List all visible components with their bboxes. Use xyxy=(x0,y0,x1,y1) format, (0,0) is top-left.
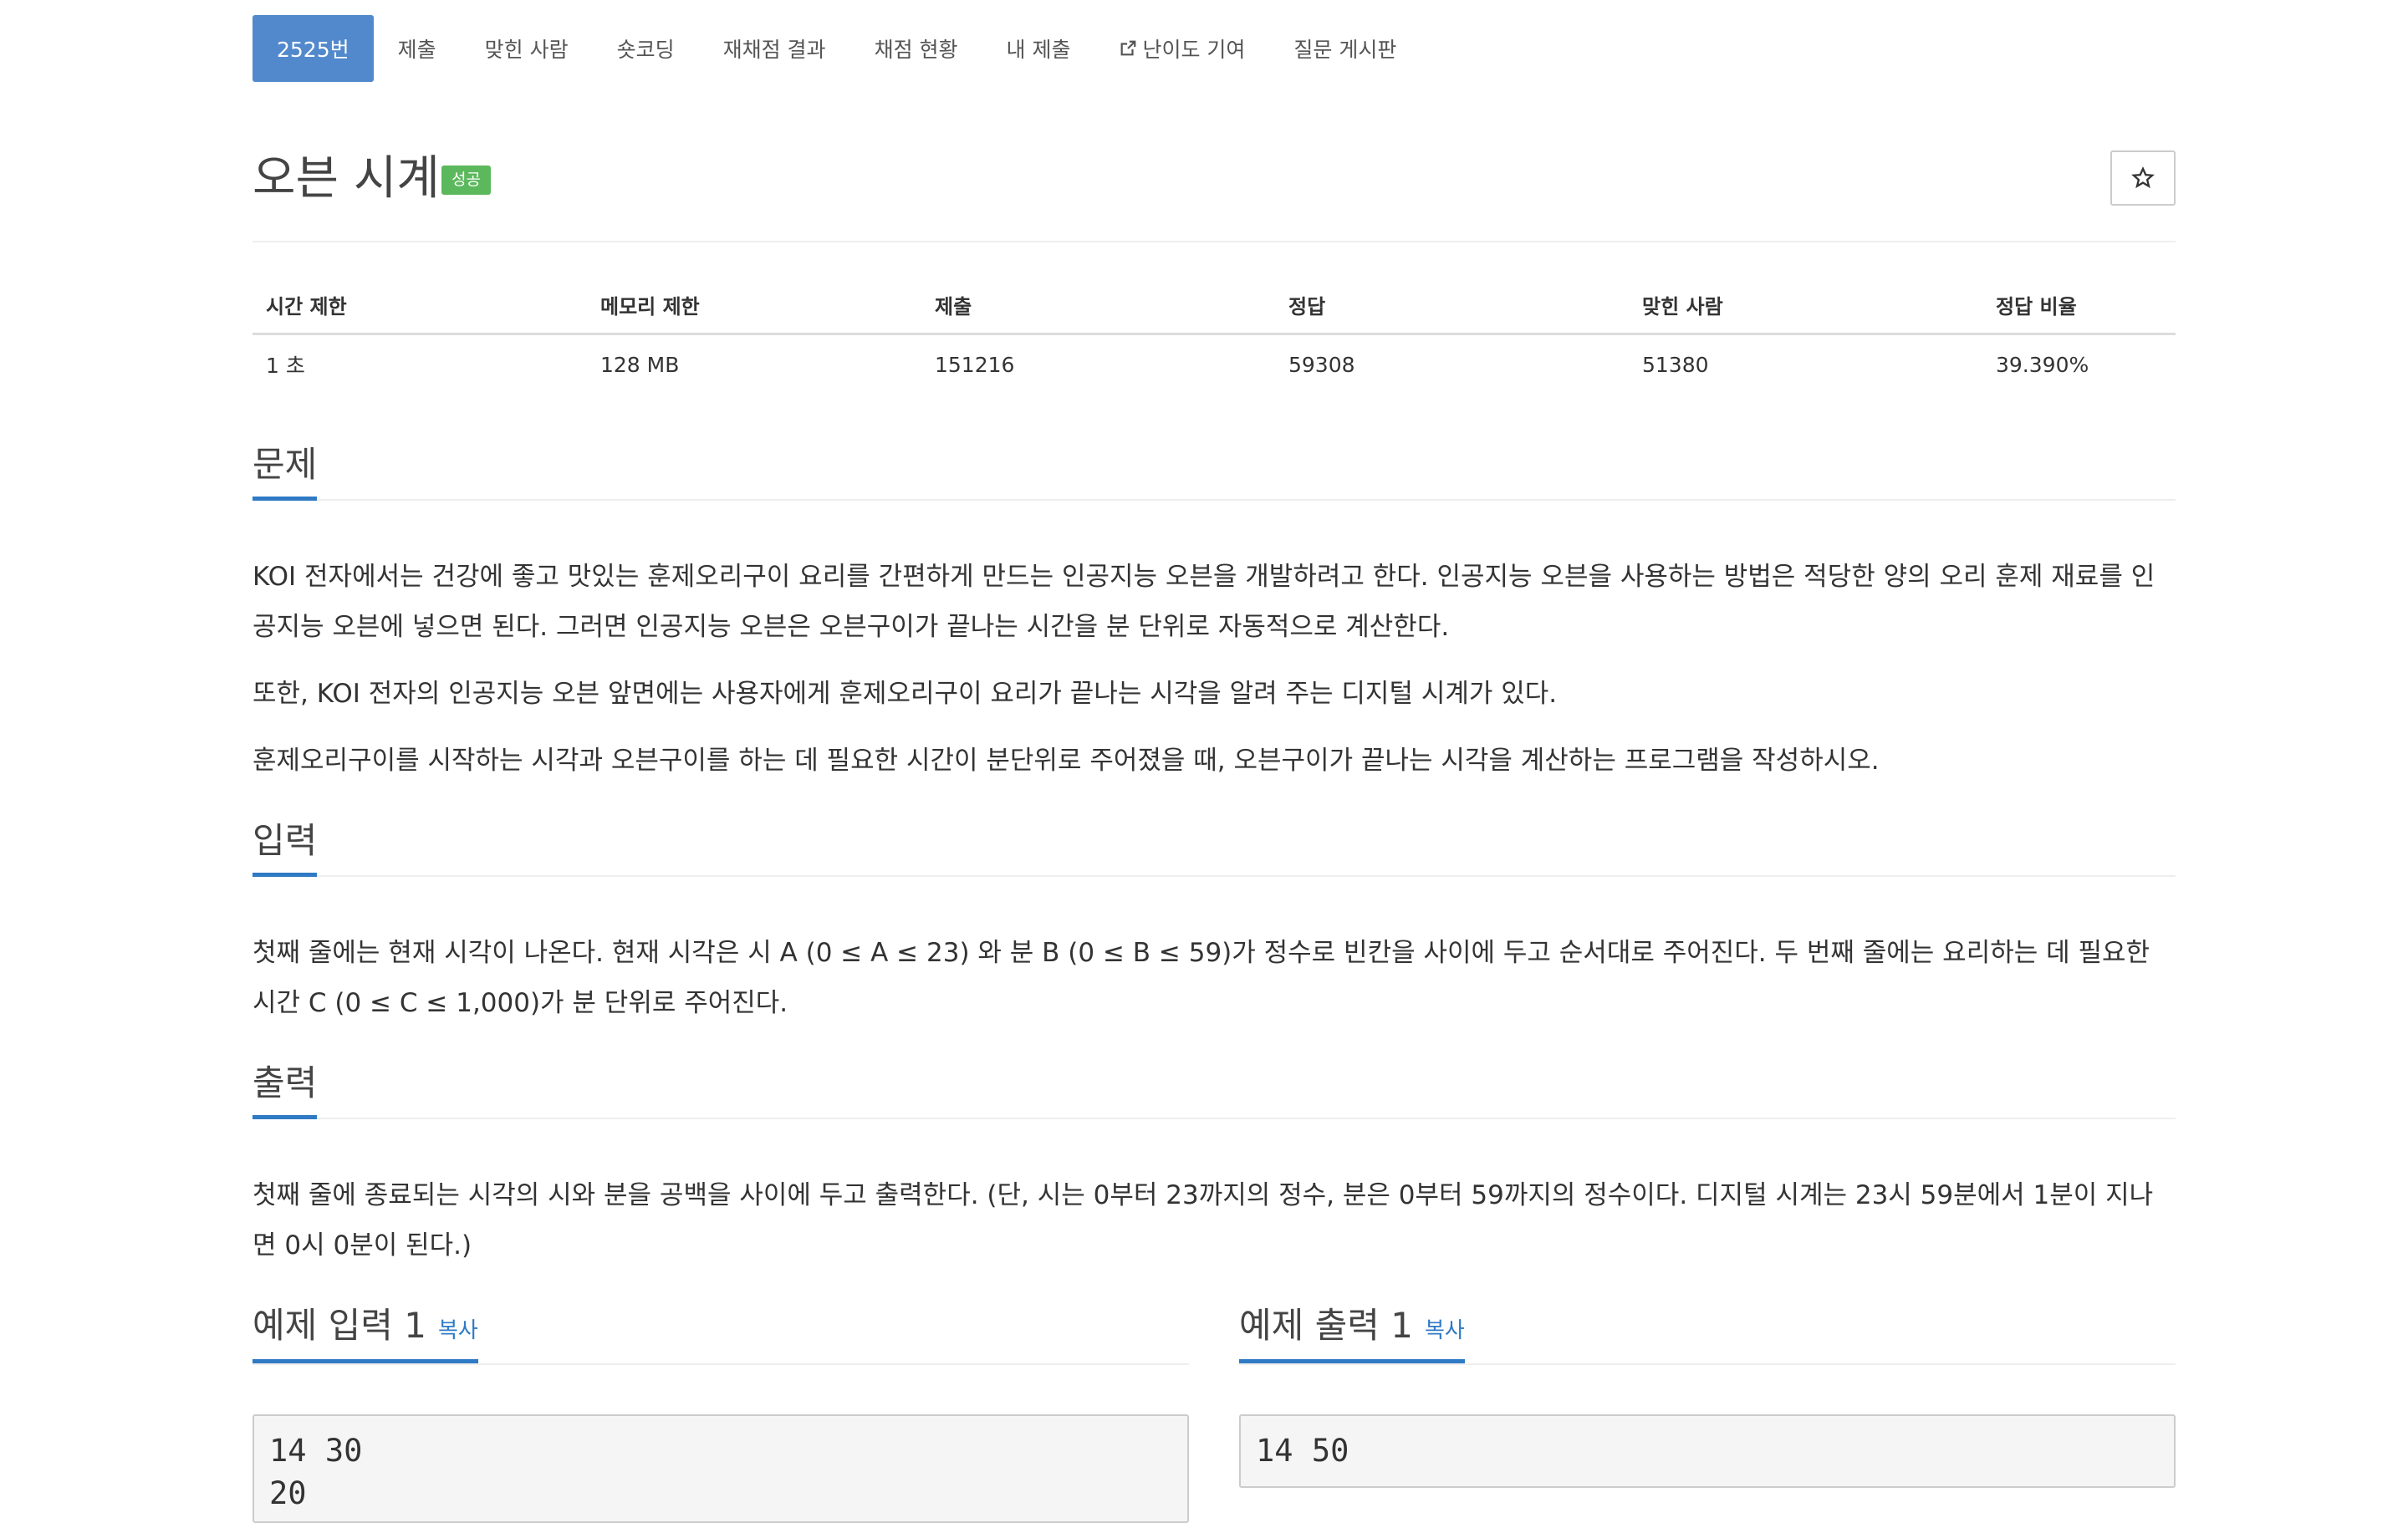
tab-submit[interactable]: 제출 xyxy=(374,15,461,82)
output-header: 출력 xyxy=(253,1063,2176,1119)
input-header: 입력 xyxy=(253,821,2176,877)
tab-difficulty-contribution[interactable]: 난이도 기여 xyxy=(1094,15,1269,82)
sample-output-header: 예제 출력 1 복사 xyxy=(1239,1306,2176,1365)
copy-button[interactable]: 복사 xyxy=(1425,1318,1465,1343)
tab-qna-board[interactable]: 질문 게시판 xyxy=(1269,15,1421,82)
problem-nav: 2525번 제출 맞힌 사람 숏코딩 재채점 결과 채점 현황 내 제출 난이도… xyxy=(253,15,1421,82)
sample-output-title: 예제 출력 1 복사 xyxy=(1239,1306,1465,1363)
tab-label: 내 제출 xyxy=(1006,38,1071,62)
column-header: 메모리 제한 xyxy=(587,276,921,335)
input-description: 첫째 줄에는 현재 시각이 나온다. 현재 시각은 시 A (0 ≤ A ≤ 2… xyxy=(253,938,2150,1018)
external-link-icon xyxy=(1121,40,1136,56)
divider xyxy=(253,1363,1189,1365)
tab-label: 맞힌 사람 xyxy=(484,38,569,62)
tab-label: 질문 게시판 xyxy=(1293,38,1397,62)
tab-label: 숏코딩 xyxy=(616,38,675,62)
column-header: 맞힌 사람 xyxy=(1629,276,1982,335)
tab-short-coding[interactable]: 숏코딩 xyxy=(593,15,699,82)
time-limit-cell: 1 초 xyxy=(266,354,305,378)
title-row: 오븐 시계 성공 xyxy=(253,145,2176,212)
memory-limit-cell: 128 MB xyxy=(600,352,680,377)
tab-judge-status[interactable]: 채점 현황 xyxy=(850,15,982,82)
tab-label: 채점 현황 xyxy=(874,38,958,62)
tab-label: 난이도 기여 xyxy=(1142,38,1246,62)
submissions-cell: 151216 xyxy=(935,352,1015,377)
divider xyxy=(253,241,2176,242)
description-header: 문제 xyxy=(253,445,2176,501)
tab-rejudge-results[interactable]: 재채점 결과 xyxy=(699,15,850,82)
sample-title-text: 예제 출력 1 xyxy=(1239,1305,1413,1346)
solved-users-cell: 51380 xyxy=(1642,352,1709,377)
status-badge: 성공 xyxy=(441,166,491,195)
tab-problem-number[interactable]: 2525번 xyxy=(253,15,374,82)
divider xyxy=(253,875,2176,877)
column-header: 제출 xyxy=(921,276,1275,335)
sample-output-box[interactable]: 14 50 xyxy=(1239,1414,2176,1488)
table-row: 1 초 128 MB 151216 59308 51380 39.390% xyxy=(253,334,2176,395)
column-header: 정답 xyxy=(1275,276,1629,335)
page-title: 오븐 시계 xyxy=(253,151,440,206)
column-header: 시간 제한 xyxy=(253,276,587,335)
divider xyxy=(253,1118,2176,1119)
tab-label: 재채점 결과 xyxy=(722,38,826,62)
sample-input-header: 예제 입력 1 복사 xyxy=(253,1306,1189,1365)
column-header: 정답 비율 xyxy=(1982,276,2176,335)
copy-button[interactable]: 복사 xyxy=(438,1318,478,1343)
tab-label: 2525번 xyxy=(277,38,349,62)
section-title: 입력 xyxy=(253,821,318,877)
favorite-button[interactable] xyxy=(2110,150,2176,206)
description-paragraph: 훈제오리구이를 시작하는 시각과 오븐구이를 하는 데 필요한 시간이 분단위로… xyxy=(253,746,1880,776)
description-paragraph: 또한, KOI 전자의 인공지능 오븐 앞면에는 사용자에게 훈제오리구이 요리… xyxy=(253,679,1558,709)
divider xyxy=(1239,1363,2176,1365)
tab-my-submissions[interactable]: 내 제출 xyxy=(982,15,1095,82)
sample-title-text: 예제 입력 1 xyxy=(253,1305,426,1346)
star-outline-icon xyxy=(2131,166,2155,189)
output-description: 첫째 줄에 종료되는 시각의 시와 분을 공백을 사이에 두고 출력한다. (단… xyxy=(253,1180,2154,1261)
divider xyxy=(253,499,2176,501)
accepted-cell: 59308 xyxy=(1288,352,1355,377)
accuracy-cell: 39.390% xyxy=(1996,352,2089,377)
description-paragraph: KOI 전자에서는 건강에 좋고 맛있는 훈제오리구이 요리를 간편하게 만드는… xyxy=(253,562,2155,642)
problem-info-table: 시간 제한 메모리 제한 제출 정답 맞힌 사람 정답 비율 1 초 128 M… xyxy=(253,276,2176,394)
section-title: 문제 xyxy=(253,445,318,501)
table-header-row: 시간 제한 메모리 제한 제출 정답 맞힌 사람 정답 비율 xyxy=(253,276,2176,335)
section-title: 출력 xyxy=(253,1063,318,1119)
sample-input-box[interactable]: 14 30 20 xyxy=(253,1414,1189,1523)
tab-label: 제출 xyxy=(397,38,436,62)
tab-solved-users[interactable]: 맞힌 사람 xyxy=(461,15,593,82)
sample-input-title: 예제 입력 1 복사 xyxy=(253,1306,478,1363)
